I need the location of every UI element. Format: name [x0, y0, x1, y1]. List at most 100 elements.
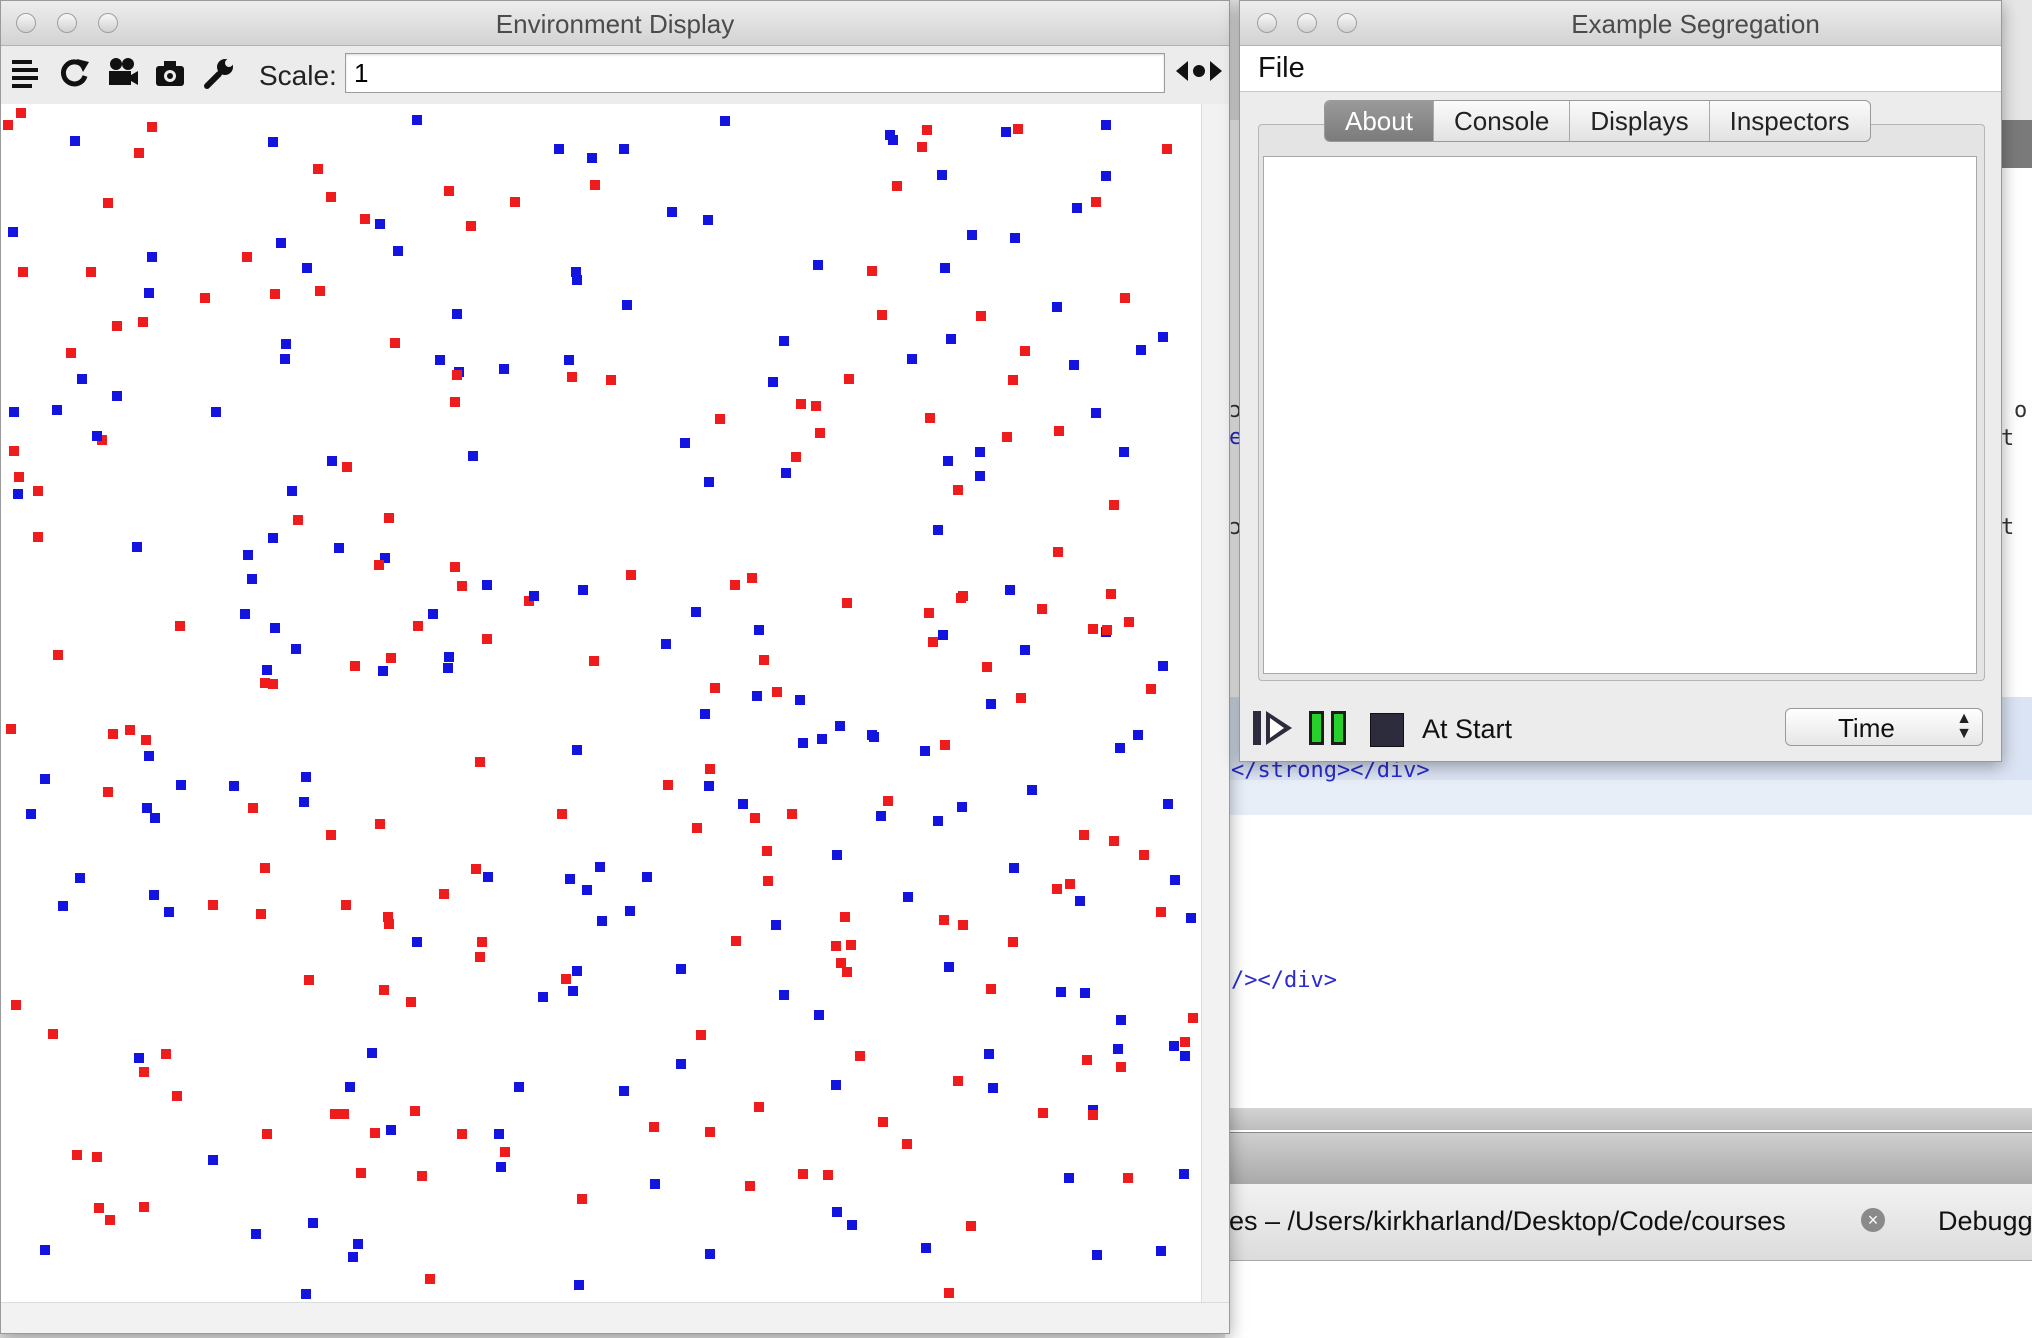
tab-inspectors[interactable]: Inspectors: [1708, 101, 1870, 141]
agent-square: [334, 543, 344, 553]
close-icon[interactable]: ×: [1861, 1208, 1885, 1232]
agent-square: [356, 1168, 366, 1178]
agent-square: [268, 137, 278, 147]
agent-square: [676, 1059, 686, 1069]
time-select[interactable]: Time ▲ ▼: [1785, 708, 1983, 746]
agent-square: [450, 562, 460, 572]
camera-icon[interactable]: [151, 56, 189, 94]
agent-square: [917, 142, 927, 152]
wrench-icon[interactable]: [199, 56, 237, 94]
agent-square: [8, 227, 18, 237]
agent-square: [9, 446, 19, 456]
agent-square: [924, 608, 934, 618]
agent-square: [1113, 1044, 1123, 1054]
agent-square: [798, 1169, 808, 1179]
agent-square: [529, 591, 539, 601]
pause-icon[interactable]: [1308, 710, 1348, 746]
movie-camera-icon[interactable]: [103, 56, 141, 94]
agent-square: [928, 637, 938, 647]
agent-square: [326, 830, 336, 840]
agent-square: [846, 940, 856, 950]
agent-square: [590, 180, 600, 190]
agent-square: [953, 1076, 963, 1086]
agent-square: [946, 334, 956, 344]
agent-square: [835, 721, 845, 731]
agent-square: [147, 252, 157, 262]
agent-square: [345, 1082, 355, 1092]
agent-square: [730, 580, 740, 590]
agent-square: [1008, 375, 1018, 385]
tab-displays[interactable]: Displays: [1569, 101, 1708, 141]
environment-canvas[interactable]: [1, 104, 1201, 1302]
agent-square: [439, 889, 449, 899]
stop-icon[interactable]: [1370, 713, 1404, 747]
agent-square: [787, 809, 797, 819]
agent-square: [412, 115, 422, 125]
agent-square: [811, 401, 821, 411]
agent-square: [40, 774, 50, 784]
agent-square: [1091, 408, 1101, 418]
tab-about[interactable]: About: [1325, 101, 1433, 141]
agent-square: [710, 683, 720, 693]
agent-square: [925, 413, 935, 423]
agent-square: [1162, 144, 1172, 154]
status-path[interactable]: es – /Users/kirkharland/Desktop/Code/cou…: [1229, 1206, 1786, 1237]
agent-square: [268, 679, 278, 689]
agent-square: [1163, 799, 1173, 809]
agent-square: [138, 317, 148, 327]
status-tab-debug[interactable]: Debugg: [1938, 1206, 2032, 1237]
agent-square: [1139, 850, 1149, 860]
agent-square: [1013, 124, 1023, 134]
agent-square: [1052, 884, 1062, 894]
agent-square: [676, 964, 686, 974]
horizontal-scrollbar[interactable]: [1, 1302, 1229, 1333]
step-play-icon[interactable]: [1252, 710, 1294, 746]
agent-square: [597, 916, 607, 926]
agent-square: [262, 665, 272, 675]
split-arrows-icon[interactable]: [1173, 56, 1225, 94]
agent-square: [33, 532, 43, 542]
agent-square: [229, 781, 239, 791]
agent-square: [940, 263, 950, 273]
refresh-icon[interactable]: [55, 56, 93, 94]
agent-square: [291, 644, 301, 654]
agent-square: [103, 787, 113, 797]
ide-scrollbar[interactable]: [1225, 1108, 2032, 1130]
agent-square: [299, 797, 309, 807]
agent-square: [781, 468, 791, 478]
agent-square: [1186, 913, 1196, 923]
agent-square: [813, 260, 823, 270]
close-window-button[interactable]: [1257, 13, 1277, 33]
layers-icon[interactable]: [7, 56, 45, 94]
agent-square: [1109, 500, 1119, 510]
agent-square: [745, 1181, 755, 1191]
agent-square: [172, 1091, 182, 1101]
agent-square: [832, 1207, 842, 1217]
agent-square: [795, 695, 805, 705]
scale-input[interactable]: [345, 53, 1165, 93]
agent-square: [66, 348, 76, 358]
agent-square: [243, 550, 253, 560]
menu-file[interactable]: File: [1258, 52, 1305, 85]
agent-square: [661, 639, 671, 649]
agent-square: [1188, 1013, 1198, 1023]
minimize-window-button[interactable]: [1297, 13, 1317, 33]
zoom-window-button[interactable]: [1337, 13, 1357, 33]
tab-console[interactable]: Console: [1432, 101, 1569, 141]
agent-square: [287, 486, 297, 496]
agent-square: [406, 997, 416, 1007]
seg-titlebar[interactable]: Example Segregation: [1240, 1, 2001, 46]
agent-square: [293, 515, 303, 525]
env-titlebar[interactable]: Environment Display: [1, 1, 1229, 46]
menu-bar: File: [1240, 46, 2001, 92]
agent-square: [1170, 875, 1180, 885]
agent-square: [86, 267, 96, 277]
agent-square: [260, 863, 270, 873]
agent-square: [1069, 360, 1079, 370]
agent-square: [578, 585, 588, 595]
agent-square: [1054, 426, 1064, 436]
vertical-scrollbar[interactable]: [1201, 104, 1229, 1302]
agent-square: [16, 108, 26, 118]
agent-square: [842, 967, 852, 977]
tab-bar: About Console Displays Inspectors: [1324, 100, 1871, 142]
